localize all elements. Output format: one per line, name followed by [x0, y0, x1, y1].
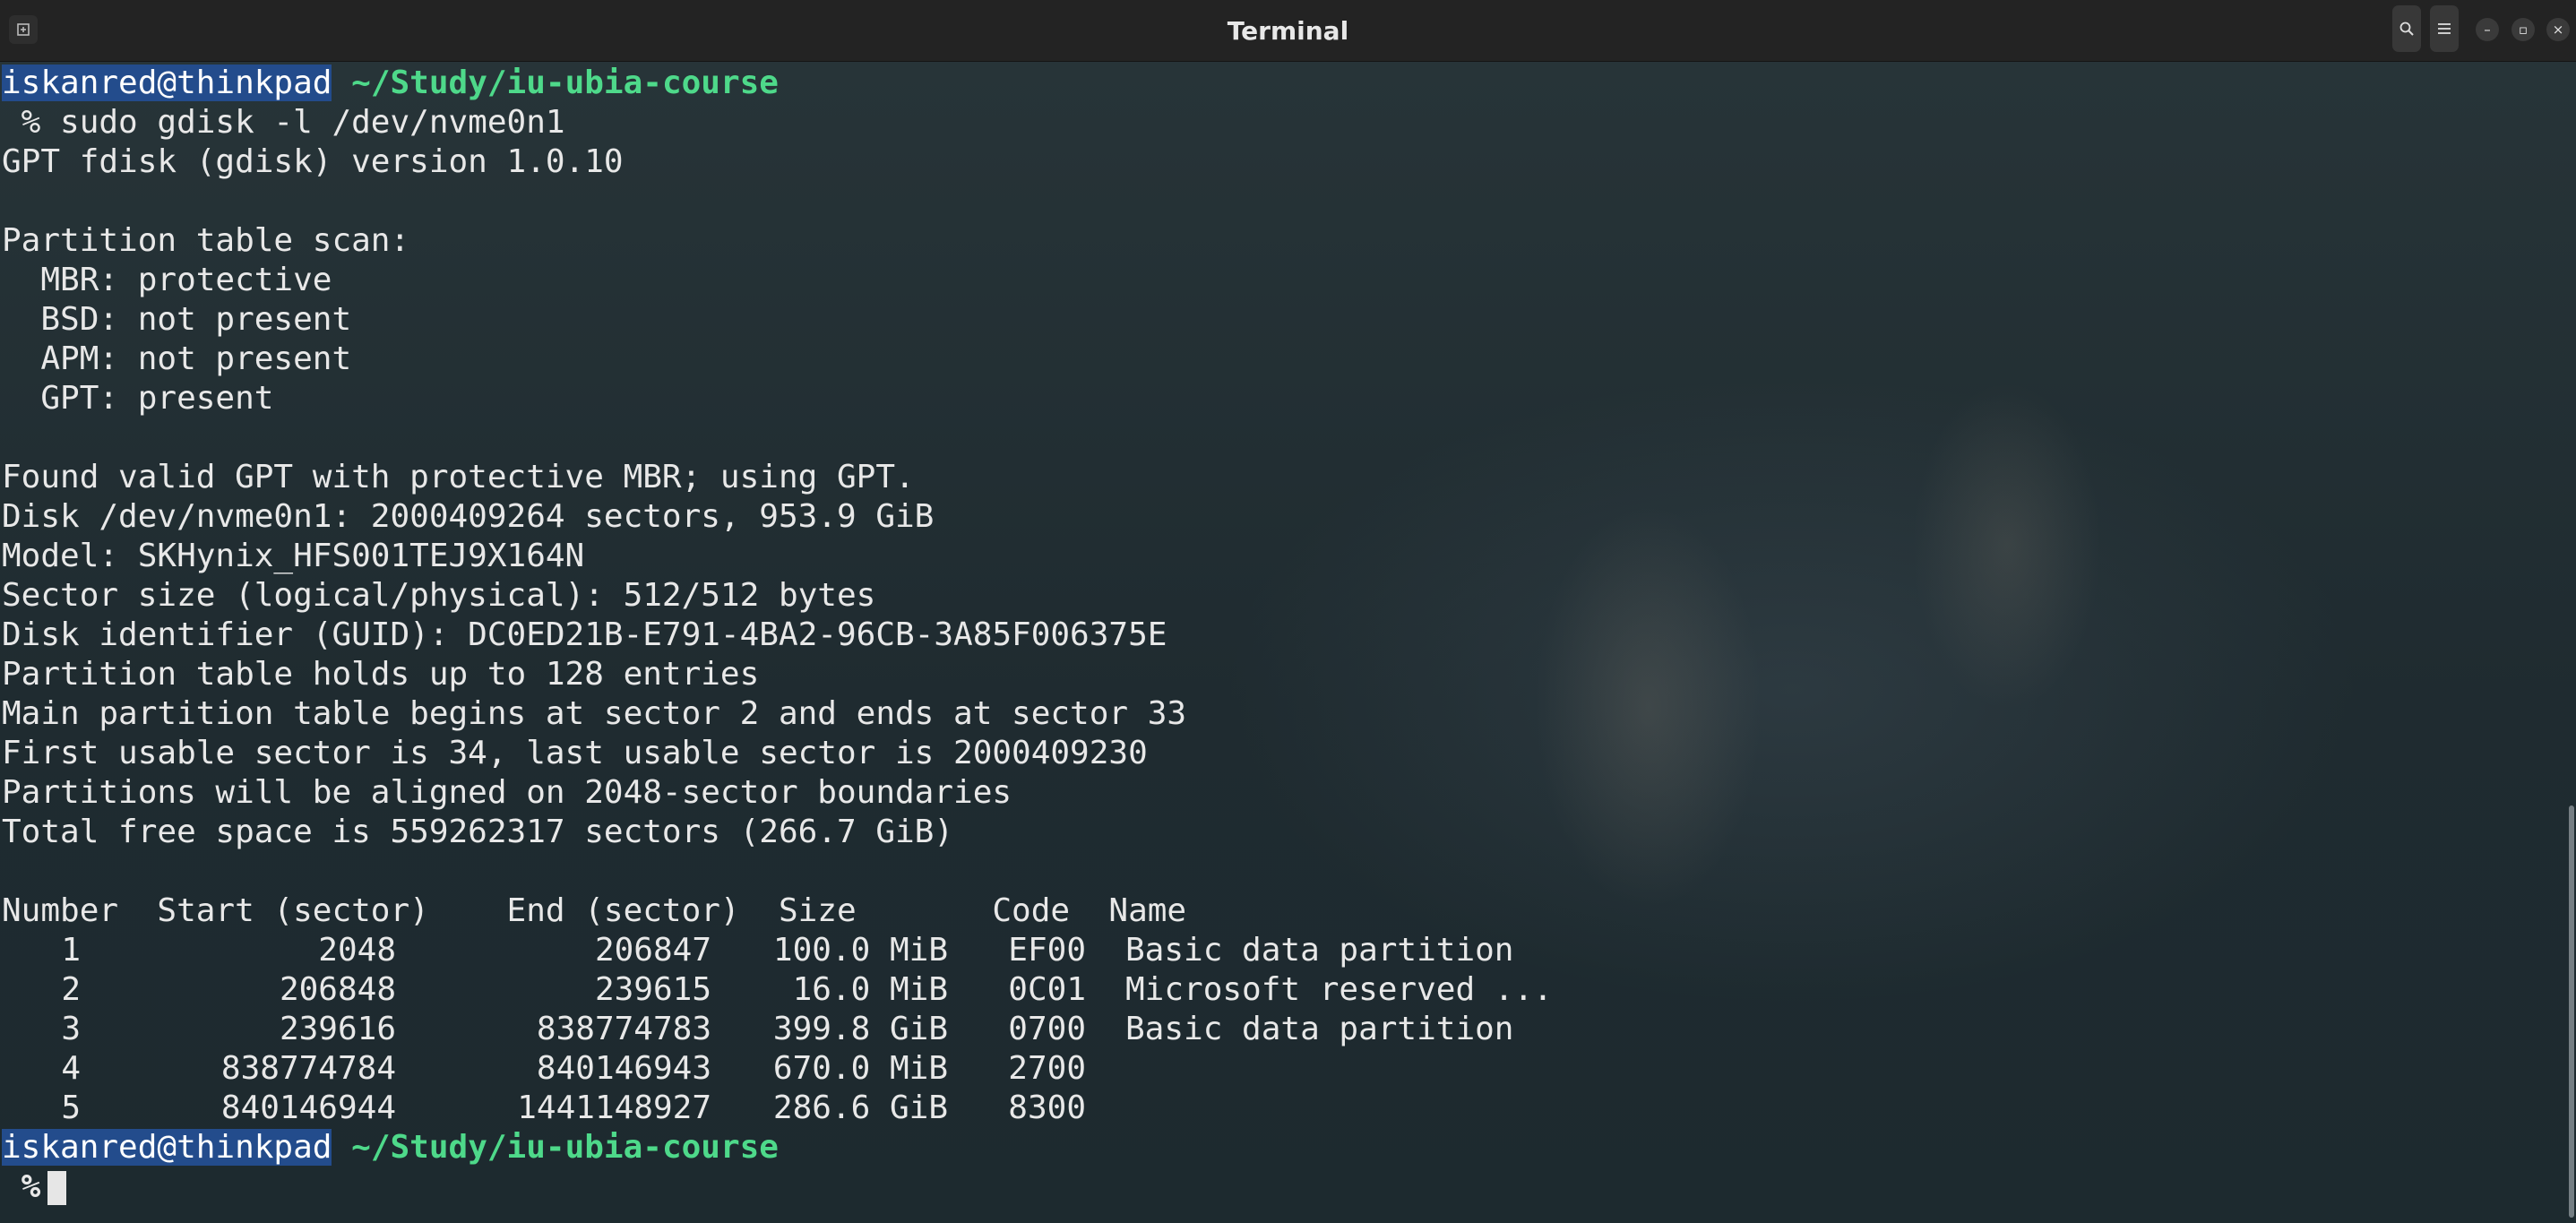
partition-number: 1 — [61, 932, 81, 969]
output-line: BSD: not present — [2, 301, 352, 338]
output-line: Partitions will be aligned on 2048-secto… — [2, 774, 1012, 811]
partition-end: 840146943 — [536, 1050, 711, 1087]
partition-code: 0C01 — [1008, 971, 1086, 1008]
partition-size: 16.0 MiB — [792, 971, 948, 1008]
text-cursor — [47, 1171, 67, 1205]
output-line: MBR: protective — [2, 262, 332, 298]
partition-size: 670.0 MiB — [772, 1050, 948, 1087]
partition-number: 4 — [61, 1050, 81, 1087]
minimize-button[interactable]: – — [2476, 18, 2499, 41]
partition-size: 286.6 GiB — [772, 1090, 948, 1126]
partition-start: 840146944 — [220, 1090, 396, 1126]
output-line: Partition table holds up to 128 entries — [2, 656, 760, 693]
output-line: Disk /dev/nvme0n1: 2000409264 sectors, 9… — [2, 498, 935, 535]
partition-table-header: Number Start (sector) End (sector) Size … — [2, 892, 1187, 929]
partition-name: Basic data partition — [1125, 932, 1514, 969]
terminal-window: Terminal – ▫ × iskanred@thinkpad ~/Study… — [0, 0, 2576, 1223]
partition-end: 1441148927 — [517, 1090, 711, 1126]
partition-name: Microsoft reserved ... — [1125, 971, 1553, 1008]
prompt-symbol: % — [2, 1168, 41, 1205]
prompt-line: iskanred@thinkpad ~/Study/iu-ubia-course — [2, 1128, 1553, 1167]
table-row: 4 838774784 840146943 670.0 MiB 2700 — [2, 1049, 1553, 1089]
partition-number: 3 — [61, 1011, 81, 1047]
partition-end: 239615 — [594, 971, 711, 1008]
output-line: GPT fdisk (gdisk) version 1.0.10 — [2, 143, 624, 180]
new-tab-icon[interactable] — [9, 15, 38, 44]
partition-name — [1086, 1089, 1125, 1128]
output-line: Model: SKHynix_HFS001TEJ9X164N — [2, 538, 585, 574]
output-line: First usable sector is 34, last usable s… — [2, 735, 1148, 771]
output-line: Total free space is 559262317 sectors (2… — [2, 814, 954, 850]
output-line: Main partition table begins at sector 2 … — [2, 695, 1187, 732]
scrollbar[interactable] — [2569, 805, 2574, 1218]
partition-name: Basic data partition — [1125, 1011, 1514, 1047]
menu-glyph — [2438, 23, 2451, 34]
terminal-output: iskanred@thinkpad ~/Study/iu-ubia-course… — [2, 64, 1553, 1207]
command-line: % sudo gdisk -l /dev/nvme0n1 — [2, 104, 565, 141]
prompt-user-host: iskanred@thinkpad — [2, 65, 332, 101]
output-line: APM: not present — [2, 340, 352, 377]
terminal-viewport[interactable]: iskanred@thinkpad ~/Study/iu-ubia-course… — [0, 62, 2576, 1223]
prompt-cwd: ~/Study/iu-ubia-course — [351, 1129, 779, 1166]
partition-start: 2048 — [318, 932, 396, 969]
partition-size: 399.8 GiB — [772, 1011, 948, 1047]
output-line: Disk identifier (GUID): DC0ED21B-E791-4B… — [2, 616, 1167, 653]
table-row: 3 239616 838774783 399.8 GiB 0700 Basic … — [2, 1010, 1553, 1049]
partition-code: EF00 — [1008, 932, 1086, 969]
input-line[interactable]: % — [2, 1167, 1553, 1207]
maximize-button[interactable]: ▫ — [2511, 18, 2535, 41]
title-bar[interactable]: Terminal – ▫ × — [0, 0, 2576, 62]
partition-end: 838774783 — [536, 1011, 711, 1047]
search-glyph — [2399, 22, 2414, 36]
new-tab-glyph — [17, 23, 30, 36]
partition-start: 838774784 — [220, 1050, 396, 1087]
table-row: 1 2048 206847 100.0 MiB EF00 Basic data … — [2, 931, 1553, 970]
table-row: 5 840146944 1441148927 286.6 GiB 8300 — [2, 1089, 1553, 1128]
partition-start: 239616 — [279, 1011, 396, 1047]
output-line: Partition table scan: — [2, 222, 410, 259]
prompt-user-host: iskanred@thinkpad — [2, 1129, 332, 1166]
partition-end: 206847 — [594, 932, 711, 969]
partition-size: 100.0 MiB — [772, 932, 948, 969]
partition-number: 2 — [61, 971, 81, 1008]
partition-code: 0700 — [1008, 1011, 1086, 1047]
output-line: GPT: present — [2, 380, 274, 417]
partition-name — [1086, 1049, 1125, 1089]
prompt-line: iskanred@thinkpad ~/Study/iu-ubia-course — [2, 64, 1553, 103]
output-line: Sector size (logical/physical): 512/512 … — [2, 577, 876, 614]
window-title: Terminal — [1227, 15, 1349, 46]
partition-start: 206848 — [279, 971, 396, 1008]
search-icon[interactable] — [2392, 5, 2421, 52]
table-row: 2 206848 239615 16.0 MiB 0C01 Microsoft … — [2, 970, 1553, 1010]
partition-code: 8300 — [1008, 1090, 1086, 1126]
close-button[interactable]: × — [2546, 18, 2570, 41]
partition-code: 2700 — [1008, 1050, 1086, 1087]
hamburger-menu-icon[interactable] — [2430, 5, 2459, 52]
partition-number: 5 — [61, 1090, 81, 1126]
prompt-cwd: ~/Study/iu-ubia-course — [351, 65, 779, 101]
output-line: Found valid GPT with protective MBR; usi… — [2, 459, 915, 495]
